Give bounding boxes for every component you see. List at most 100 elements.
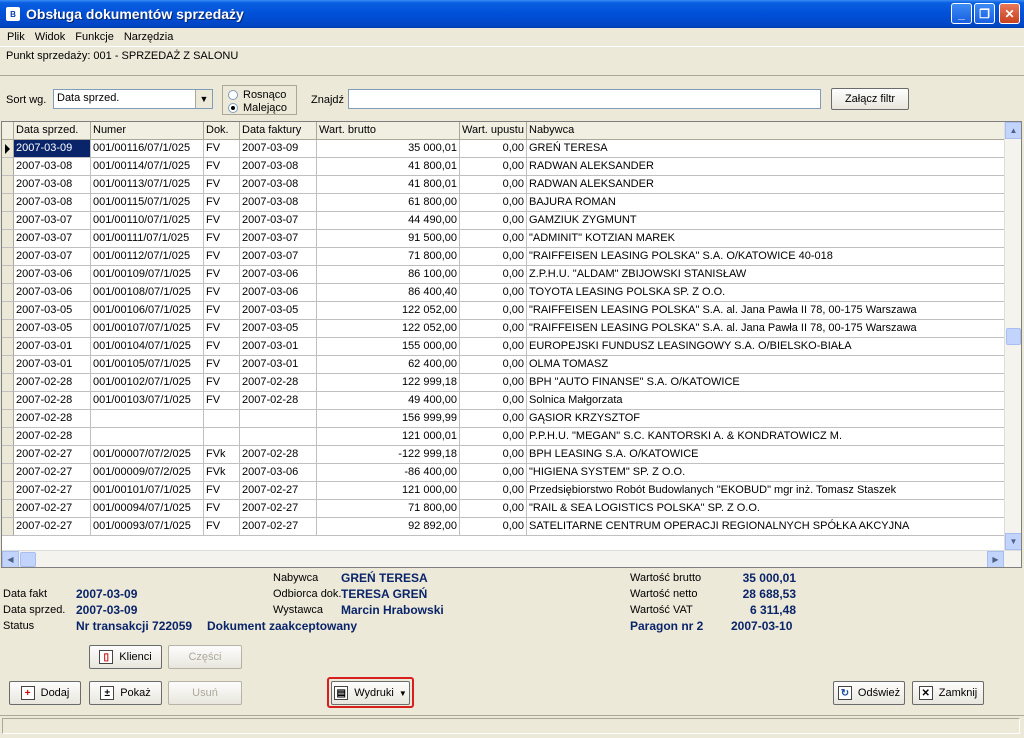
table-row[interactable]: 2007-03-08 001/00113/07/1/025 FV 2007-03-08… [2, 176, 1007, 194]
table-cell-data-faktury[interactable]: 2007-02-27 [240, 518, 317, 536]
table-cell-nabywca[interactable]: EUROPEJSKI FUNDUSZ LEASINGOWY S.A. O/BIE… [527, 338, 1007, 356]
table-cell-data-sprzed[interactable]: 2007-03-06 [14, 284, 91, 302]
table-cell-numer[interactable]: 001/00116/07/1/025 [91, 140, 204, 158]
table-cell-nabywca[interactable]: "RAIL & SEA LOGISTICS POLSKA" SP. Z O.O. [527, 500, 1007, 518]
table-cell-dok[interactable]: FVk [204, 446, 240, 464]
table-cell-wart-brutto[interactable]: 62 400,00 [317, 356, 460, 374]
row-indicator[interactable] [2, 266, 14, 284]
table-cell-data-sprzed[interactable]: 2007-02-27 [14, 446, 91, 464]
table-cell-data-faktury[interactable]: 2007-03-07 [240, 248, 317, 266]
table-cell-dok[interactable]: FV [204, 374, 240, 392]
minimize-button[interactable]: _ [951, 3, 972, 24]
column-header-dok[interactable]: Dok. [204, 122, 240, 140]
column-header-numer[interactable]: Numer [91, 122, 204, 140]
table-cell-numer[interactable]: 001/00101/07/1/025 [91, 482, 204, 500]
table-row[interactable]: 2007-03-07 001/00110/07/1/025 FV 2007-03-07… [2, 212, 1007, 230]
table-row[interactable]: 2007-02-27 001/00009/07/2/025 FVk 2007-03-0… [2, 464, 1007, 482]
table-row[interactable]: 2007-02-27 001/00101/07/1/025 FV 2007-02-27… [2, 482, 1007, 500]
row-indicator[interactable] [2, 284, 14, 302]
table-cell-dok[interactable]: FV [204, 284, 240, 302]
table-cell-dok[interactable]: FV [204, 356, 240, 374]
table-cell-numer[interactable]: 001/00094/07/1/025 [91, 500, 204, 518]
table-cell-wart-brutto[interactable]: 122 052,00 [317, 302, 460, 320]
row-indicator[interactable] [2, 194, 14, 212]
column-header-wart-upustu[interactable]: Wart. upustu [460, 122, 527, 140]
table-cell-wart-upustu[interactable]: 0,00 [460, 374, 527, 392]
table-cell-data-faktury[interactable]: 2007-03-08 [240, 176, 317, 194]
column-header-wart-brutto[interactable]: Wart. brutto [317, 122, 460, 140]
table-cell-numer[interactable]: 001/00093/07/1/025 [91, 518, 204, 536]
table-cell-dok[interactable]: FV [204, 482, 240, 500]
row-indicator[interactable] [2, 482, 14, 500]
odswiez-button[interactable]: ↻ Odśwież [833, 681, 905, 705]
horizontal-scrollbar[interactable]: ◀ ▶ [2, 550, 1021, 567]
table-cell-data-faktury[interactable]: 2007-02-27 [240, 482, 317, 500]
table-cell-nabywca[interactable]: GĄSIOR KRZYSZTOF [527, 410, 1007, 428]
table-cell-dok[interactable] [204, 410, 240, 428]
table-cell-data-sprzed[interactable]: 2007-02-28 [14, 392, 91, 410]
table-cell-wart-upustu[interactable]: 0,00 [460, 500, 527, 518]
table-cell-data-sprzed[interactable]: 2007-02-27 [14, 464, 91, 482]
table-cell-numer[interactable]: 001/00110/07/1/025 [91, 212, 204, 230]
title-bar[interactable]: B Obsługa dokumentów sprzedaży _ ❐ ✕ [0, 0, 1024, 28]
table-cell-numer[interactable] [91, 410, 204, 428]
table-cell-dok[interactable]: FV [204, 176, 240, 194]
row-indicator[interactable] [2, 464, 14, 482]
table-cell-data-sprzed[interactable]: 2007-03-08 [14, 194, 91, 212]
table-cell-wart-upustu[interactable]: 0,00 [460, 140, 527, 158]
table-cell-numer[interactable]: 001/00007/07/2/025 [91, 446, 204, 464]
dodaj-button[interactable]: + Dodaj [9, 681, 81, 705]
table-cell-wart-upustu[interactable]: 0,00 [460, 482, 527, 500]
row-indicator[interactable] [2, 410, 14, 428]
table-cell-nabywca[interactable]: Solnica Małgorzata [527, 392, 1007, 410]
row-indicator[interactable] [2, 230, 14, 248]
table-cell-wart-brutto[interactable]: 86 400,40 [317, 284, 460, 302]
table-cell-dok[interactable]: FV [204, 302, 240, 320]
table-cell-wart-upustu[interactable]: 0,00 [460, 320, 527, 338]
table-cell-data-sprzed[interactable]: 2007-03-06 [14, 266, 91, 284]
radio-asc-circle[interactable] [228, 89, 238, 100]
table-cell-wart-brutto[interactable]: 91 500,00 [317, 230, 460, 248]
table-cell-data-faktury[interactable]: 2007-03-05 [240, 320, 317, 338]
table-cell-data-faktury[interactable] [240, 410, 317, 428]
row-indicator[interactable] [2, 500, 14, 518]
table-cell-data-faktury[interactable]: 2007-03-07 [240, 230, 317, 248]
table-cell-data-faktury[interactable]: 2007-03-09 [240, 140, 317, 158]
table-row[interactable]: 2007-03-05 001/00107/07/1/025 FV 2007-03-05… [2, 320, 1007, 338]
table-cell-wart-brutto[interactable]: 41 800,01 [317, 158, 460, 176]
table-cell-nabywca[interactable]: "RAIFFEISEN LEASING POLSKA" S.A. O/KATOW… [527, 248, 1007, 266]
table-cell-data-sprzed[interactable]: 2007-03-09 [14, 140, 91, 158]
table-cell-data-faktury[interactable]: 2007-03-06 [240, 464, 317, 482]
table-cell-wart-upustu[interactable]: 0,00 [460, 446, 527, 464]
table-cell-dok[interactable]: FVk [204, 464, 240, 482]
row-indicator[interactable] [2, 338, 14, 356]
table-cell-data-faktury[interactable]: 2007-03-01 [240, 356, 317, 374]
table-cell-wart-brutto[interactable]: 86 100,00 [317, 266, 460, 284]
row-indicator[interactable] [2, 428, 14, 446]
table-cell-wart-brutto[interactable]: 122 052,00 [317, 320, 460, 338]
menu-widok[interactable]: Widok [30, 31, 71, 43]
table-row[interactable]: 2007-03-08 001/00115/07/1/025 FV 2007-03-08… [2, 194, 1007, 212]
table-cell-dok[interactable]: FV [204, 500, 240, 518]
table-row[interactable]: 2007-02-28 121 000,01 0,00 P.P.H.U. "MEGAN"… [2, 428, 1007, 446]
table-cell-nabywca[interactable]: P.P.H.U. "MEGAN" S.C. KANTORSKI A. & KON… [527, 428, 1007, 446]
table-cell-wart-brutto[interactable]: 121 000,01 [317, 428, 460, 446]
table-row[interactable]: 2007-03-06 001/00108/07/1/025 FV 2007-03-06… [2, 284, 1007, 302]
table-cell-wart-brutto[interactable]: 41 800,01 [317, 176, 460, 194]
pokaz-button[interactable]: ± Pokaż [89, 681, 162, 705]
table-row[interactable]: 2007-02-28 001/00102/07/1/025 FV 2007-02-28… [2, 374, 1007, 392]
table-cell-numer[interactable]: 001/00111/07/1/025 [91, 230, 204, 248]
row-indicator[interactable] [2, 392, 14, 410]
table-cell-nabywca[interactable]: BPH "AUTO FINANSE" S.A. O/KATOWICE [527, 374, 1007, 392]
table-cell-wart-brutto[interactable]: -86 400,00 [317, 464, 460, 482]
table-cell-dok[interactable]: FV [204, 194, 240, 212]
table-row[interactable]: 2007-03-07 001/00112/07/1/025 FV 2007-03-07… [2, 248, 1007, 266]
column-header-data-faktury[interactable]: Data faktury [240, 122, 317, 140]
table-cell-data-faktury[interactable]: 2007-02-27 [240, 500, 317, 518]
table-cell-numer[interactable]: 001/00009/07/2/025 [91, 464, 204, 482]
table-cell-dok[interactable]: FV [204, 230, 240, 248]
table-row[interactable]: 2007-02-28 156 999,99 0,00 GĄSIOR KRZYSZTOF [2, 410, 1007, 428]
table-cell-data-sprzed[interactable]: 2007-02-28 [14, 410, 91, 428]
table-cell-data-sprzed[interactable]: 2007-03-07 [14, 230, 91, 248]
table-cell-data-sprzed[interactable]: 2007-02-27 [14, 482, 91, 500]
